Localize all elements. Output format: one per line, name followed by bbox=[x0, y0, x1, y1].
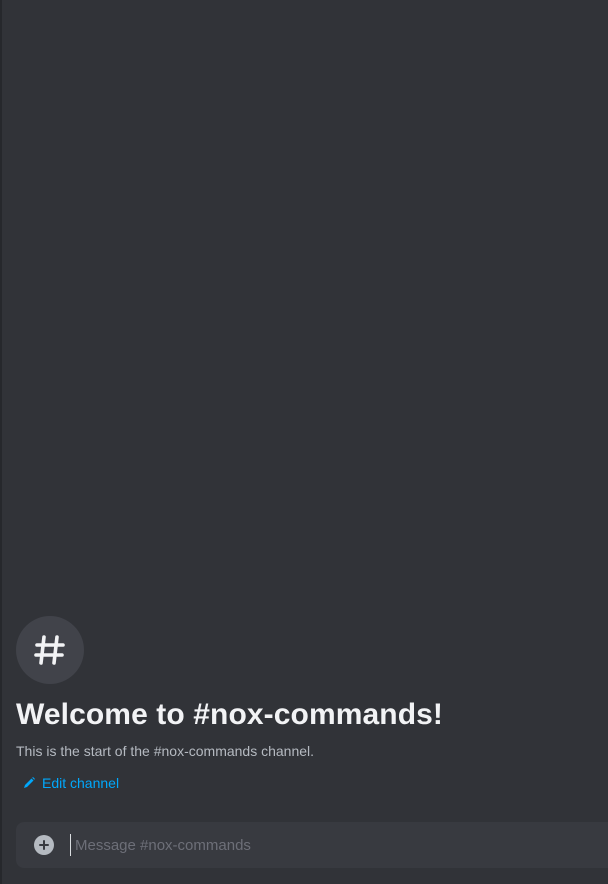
channel-icon-circle bbox=[16, 616, 84, 684]
edit-channel-label: Edit channel bbox=[42, 775, 120, 791]
hash-icon bbox=[34, 635, 65, 665]
edit-channel-link[interactable]: Edit channel bbox=[16, 774, 119, 792]
text-caret bbox=[70, 834, 71, 856]
plus-circle-icon bbox=[39, 840, 49, 850]
channel-chat-view: Welcome to #nox-commands! This is the st… bbox=[0, 0, 608, 884]
message-input[interactable] bbox=[75, 834, 596, 856]
welcome-title: Welcome to #nox-commands! bbox=[16, 698, 444, 731]
add-attachment-button[interactable] bbox=[34, 835, 54, 855]
server-sidebar-edge bbox=[0, 0, 2, 884]
welcome-subtitle: This is the start of the #nox-commands c… bbox=[16, 743, 315, 759]
pencil-icon bbox=[24, 777, 35, 788]
channel-welcome: Welcome to #nox-commands! This is the st… bbox=[16, 616, 596, 795]
message-composer bbox=[16, 822, 608, 868]
